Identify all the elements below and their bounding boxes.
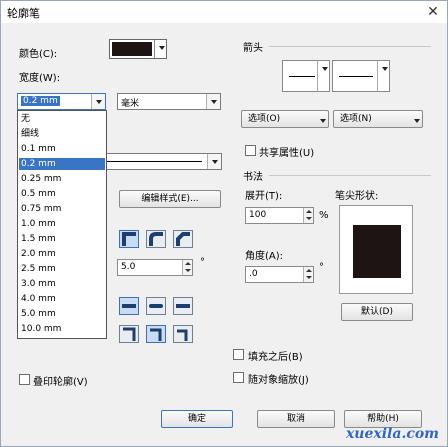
solid-line-preview — [106, 161, 202, 162]
chevron-down-icon — [316, 113, 326, 125]
cap-square-button[interactable] — [173, 297, 193, 315]
miter-corner-icon — [122, 232, 136, 246]
arrows-heading: 箭头 — [243, 43, 263, 54]
inside-position-icon — [177, 329, 188, 341]
width-option[interactable]: 0.75 mm — [19, 203, 105, 215]
edit-style-button[interactable]: 编辑样式(E)... — [119, 190, 221, 208]
miter-limit-field[interactable]: 5.0 — [117, 259, 193, 276]
chevron-down-icon — [91, 94, 105, 109]
position-center-button[interactable] — [146, 325, 166, 343]
cap-round-button[interactable] — [146, 297, 166, 315]
cancel-button[interactable]: 取消 — [257, 410, 335, 428]
watermark: xuexila.com — [345, 426, 439, 442]
nib-shape-square — [353, 225, 401, 278]
width-dropdown-list[interactable]: 无细线 0.1 mm 0.2 mm 0.25 mm 0.5 mm 0.75 mm 1.0 m… — [17, 110, 107, 339]
width-option[interactable]: 1.5 mm — [19, 233, 105, 245]
round-corner-icon — [149, 232, 163, 246]
close-button[interactable]: ✕ — [425, 4, 441, 20]
cap-butt-button[interactable] — [119, 297, 139, 315]
behind-fill-checkbox[interactable] — [233, 349, 244, 360]
angle-value: .0 — [249, 269, 258, 279]
default-button[interactable]: 默认(D) — [341, 303, 413, 321]
end-arrow-preview — [339, 76, 373, 77]
outside-position-icon — [123, 327, 136, 341]
stretch-value: 100 — [249, 210, 267, 220]
stretch-label: 展开(T): — [245, 191, 283, 202]
width-select[interactable]: 0.2 mm — [17, 93, 106, 110]
square-cap-icon — [176, 304, 190, 308]
width-option[interactable]: 2.5 mm — [19, 263, 105, 275]
spinner-icon[interactable] — [182, 260, 192, 275]
arrow-options-left-button[interactable]: 选项(O) — [241, 110, 329, 128]
width-option[interactable]: 0.25 mm — [19, 173, 105, 185]
corner-round-button[interactable] — [146, 230, 166, 248]
width-option[interactable]: 0.2 mm — [19, 158, 105, 170]
angle-field[interactable]: .0 — [245, 266, 314, 283]
end-arrow-select[interactable] — [332, 60, 390, 92]
position-inside-button[interactable] — [173, 325, 193, 343]
scale-with-object-label: 随对象缩放(J) — [248, 375, 309, 386]
width-option[interactable]: 0.5 mm — [19, 188, 105, 200]
scale-with-object-checkbox[interactable] — [233, 372, 244, 383]
line-style-select[interactable] — [101, 153, 222, 170]
chevron-down-icon — [206, 94, 220, 109]
bevel-corner-icon — [176, 232, 190, 246]
share-attributes-checkbox[interactable] — [245, 145, 256, 156]
chevron-down-icon — [317, 61, 329, 91]
overprint-checkbox[interactable] — [19, 374, 30, 385]
spinner-icon[interactable] — [303, 208, 313, 223]
start-arrow-preview — [289, 76, 315, 77]
width-option[interactable]: 10.0 mm — [19, 323, 105, 335]
outline-pen-dialog: 轮廓笔 ✕ 颜色(C): 宽度(W): 0.2 mm 毫米 编辑样式(E)...… — [0, 0, 448, 447]
corner-bevel-button[interactable] — [173, 230, 193, 248]
arrow-options-right-label: 选项(N) — [340, 114, 372, 124]
dialog-title: 轮廓笔 — [7, 7, 40, 20]
unit-select[interactable]: 毫米 — [117, 93, 221, 110]
color-label: 颜色(C): — [19, 49, 58, 60]
nib-shape-preview[interactable] — [339, 205, 413, 294]
percent-sign: % — [319, 210, 329, 221]
angle-label: 角度(A): — [245, 251, 284, 262]
start-arrow-select[interactable] — [282, 60, 330, 92]
width-option[interactable]: 细线 — [19, 128, 105, 140]
position-outside-button[interactable] — [119, 325, 139, 343]
degree-symbol: ° — [200, 257, 205, 268]
width-option[interactable]: 无 — [19, 113, 105, 125]
arrow-options-right-button[interactable]: 选项(N) — [333, 110, 423, 128]
arrow-options-left-label: 选项(O) — [248, 114, 281, 124]
share-attributes-label: 共享属性(U) — [259, 148, 315, 159]
width-option[interactable]: 4.0 mm — [19, 293, 105, 305]
calligraphy-divider — [269, 175, 431, 176]
stretch-field[interactable]: 100 — [245, 207, 314, 224]
corner-miter-button[interactable] — [119, 230, 139, 248]
spinner-icon[interactable] — [303, 267, 313, 282]
chevron-down-icon — [207, 154, 221, 169]
width-option[interactable]: 1.0 mm — [19, 218, 105, 230]
calligraphy-heading: 书法 — [243, 172, 263, 183]
width-select-value: 0.2 mm — [21, 96, 60, 106]
unit-select-value: 毫米 — [121, 99, 140, 109]
butt-cap-icon — [122, 304, 136, 308]
width-option[interactable]: 2.0 mm — [19, 248, 105, 260]
width-option[interactable]: 5.0 mm — [19, 308, 105, 320]
ok-button[interactable]: 确定 — [161, 410, 233, 428]
round-cap-icon — [149, 304, 163, 308]
nib-shape-label: 笔尖形状: — [335, 191, 379, 202]
arrows-divider — [269, 46, 431, 47]
degree-symbol: ° — [319, 262, 324, 273]
chevron-down-icon — [154, 40, 166, 58]
center-position-icon — [150, 328, 162, 341]
miter-limit-value: 5.0 — [121, 262, 136, 272]
title-bar: 轮廓笔 ✕ — [1, 1, 447, 23]
behind-fill-label: 填充之后(B) — [248, 352, 303, 363]
width-label: 宽度(W): — [19, 73, 61, 84]
chevron-down-icon — [410, 113, 420, 125]
overprint-label: 叠印轮廓(V) — [33, 377, 88, 388]
chevron-down-icon — [377, 61, 389, 91]
width-option[interactable]: 0.1 mm — [19, 143, 105, 155]
color-picker-button[interactable] — [109, 39, 167, 59]
color-swatch — [112, 42, 152, 56]
width-option[interactable]: 3.0 mm — [19, 278, 105, 290]
